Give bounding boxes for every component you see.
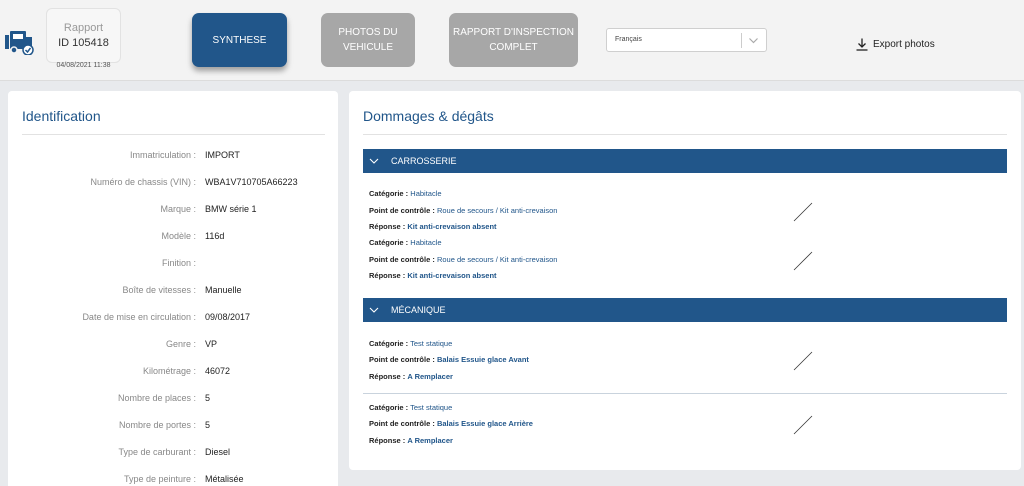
identification-title: Identification <box>22 108 101 124</box>
section-mecanique[interactable]: MÉCANIQUE <box>363 298 1007 322</box>
title-divider <box>22 134 325 135</box>
id-label: Kilométrage : <box>142 366 196 376</box>
damage-checkpoint: Point de contrôle : Roue de secours / Ki… <box>369 206 558 215</box>
top-header: Rapport ID 105418 04/08/2021 11:38 SYNTH… <box>0 0 1024 81</box>
tab-photos-vehicule[interactable]: PHOTOS DU VEHICULE <box>321 13 415 67</box>
id-row-boite: Boîte de vitesses : Manuelle <box>8 285 338 299</box>
damage-response: Réponse : Kit anti-crevaison absent <box>369 271 497 280</box>
item-divider <box>363 393 1007 394</box>
tab-photos-label-line2: VEHICULE <box>342 42 393 53</box>
damage-category: Catégorie : Habitacle <box>369 189 442 198</box>
id-row-immatriculation: Immatriculation : IMPORT <box>8 150 338 164</box>
id-row-modele: Modèle : 116d <box>8 231 338 245</box>
id-label: Numéro de chassis (VIN) : <box>90 177 196 187</box>
id-row-peinture: Type de peinture : Métalisée <box>8 474 338 486</box>
id-label: Boîte de vitesses : <box>122 285 196 295</box>
vehicle-inspection-logo-icon <box>5 31 34 55</box>
damages-panel: Dommages & dégâts CARROSSERIE Catégorie … <box>349 91 1021 470</box>
tab-photos-label-line1: PHOTOS DU <box>338 27 398 38</box>
id-label: Type de peinture : <box>123 474 196 484</box>
chevron-down-icon <box>749 38 758 44</box>
no-photo-slash-icon <box>793 415 813 435</box>
damage-response: Réponse : A Remplacer <box>369 372 453 381</box>
id-label: Immatriculation : <box>129 150 196 160</box>
id-row-date-circulation: Date de mise en circulation : 09/08/2017 <box>8 312 338 326</box>
identification-panel: Identification Immatriculation : IMPORT … <box>8 91 338 486</box>
export-photos-button[interactable]: Export photos <box>856 37 935 51</box>
damages-title: Dommages & dégâts <box>363 108 494 124</box>
chevron-down-icon <box>369 307 379 313</box>
id-value: VP <box>205 339 218 349</box>
no-photo-slash-icon <box>793 251 813 271</box>
damage-response: Réponse : Kit anti-crevaison absent <box>369 222 497 231</box>
id-value: Métalisée <box>205 474 244 484</box>
report-date: 04/08/2021 11:38 <box>56 62 111 69</box>
id-label: Marque : <box>160 204 196 214</box>
title-divider <box>363 134 1007 135</box>
id-label: Type de carburant : <box>118 447 196 457</box>
damage-checkpoint: Point de contrôle : Roue de secours / Ki… <box>369 255 558 264</box>
export-photos-label: Export photos <box>873 38 935 50</box>
language-value: Français <box>615 36 642 43</box>
section-title: CARROSSERIE <box>391 156 457 166</box>
section-carrosserie[interactable]: CARROSSERIE <box>363 149 1007 173</box>
damage-checkpoint: Point de contrôle : Balais Essuie glace … <box>369 419 533 428</box>
tab-rapport-label-line1: RAPPORT D'INSPECTION <box>452 27 574 38</box>
id-value: 46072 <box>205 366 231 376</box>
damage-category: Catégorie : Test statique <box>369 403 453 412</box>
tab-synthese[interactable]: SYNTHESE <box>192 13 287 67</box>
no-photo-slash-icon <box>793 351 813 371</box>
id-label: Modèle : <box>161 231 196 241</box>
id-label: Nombre de portes : <box>118 420 196 430</box>
report-label: Rapport <box>63 22 104 34</box>
id-row-vin: Numéro de chassis (VIN) : WBA1V710705A66… <box>8 177 338 191</box>
damage-category: Catégorie : Test statique <box>369 339 453 348</box>
id-value: Manuelle <box>205 285 242 295</box>
chevron-down-icon <box>369 158 379 164</box>
id-value: 116d <box>205 231 225 241</box>
select-separator <box>741 33 742 48</box>
id-value: BMW série 1 <box>205 204 257 214</box>
damage-checkpoint: Point de contrôle : Balais Essuie glace … <box>369 355 529 364</box>
id-row-marque: Marque : BMW série 1 <box>8 204 338 218</box>
tab-synthese-label: SYNTHESE <box>212 34 267 46</box>
id-label: Genre : <box>165 339 196 349</box>
id-row-places: Nombre de places : 5 <box>8 393 338 407</box>
tab-rapport-label-line2: COMPLET <box>489 42 538 53</box>
id-row-portes: Nombre de portes : 5 <box>8 420 338 434</box>
id-row-finition: Finition : <box>8 258 338 272</box>
id-value: 5 <box>205 393 211 403</box>
id-label: Nombre de places : <box>117 393 196 403</box>
id-value: WBA1V710705A66223 <box>205 177 298 187</box>
no-photo-slash-icon <box>793 202 813 222</box>
id-value: IMPORT <box>205 150 240 160</box>
download-icon <box>856 38 868 51</box>
section-title: MÉCANIQUE <box>391 305 446 315</box>
id-value: Diesel <box>205 447 231 457</box>
report-card: Rapport ID 105418 <box>46 8 121 63</box>
damage-category: Catégorie : Habitacle <box>369 238 442 247</box>
report-id: ID 105418 <box>58 37 109 49</box>
id-label: Finition : <box>161 258 196 268</box>
id-row-genre: Genre : VP <box>8 339 338 353</box>
damage-response: Réponse : A Remplacer <box>369 436 453 445</box>
id-row-carburant: Type de carburant : Diesel <box>8 447 338 461</box>
language-select[interactable]: Français <box>606 28 767 52</box>
tab-rapport-inspection[interactable]: RAPPORT D'INSPECTION COMPLET <box>449 13 578 67</box>
id-value: 09/08/2017 <box>205 312 251 322</box>
id-value: 5 <box>205 420 211 430</box>
id-row-kilometrage: Kilométrage : 46072 <box>8 366 338 380</box>
id-label: Date de mise en circulation : <box>82 312 196 322</box>
